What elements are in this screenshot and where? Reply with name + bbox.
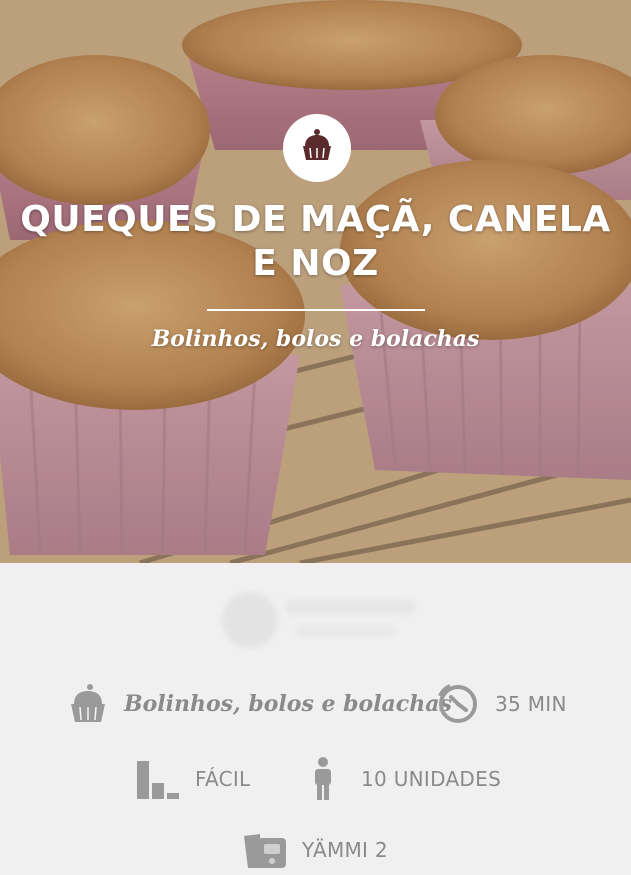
time-label: 35 MIN <box>495 692 567 716</box>
recipe-category[interactable]: Bolinhos, bolos e bolachas <box>0 322 631 356</box>
device-info: YÄMMI 2 <box>242 830 388 870</box>
time-info: 35 MIN <box>436 682 567 726</box>
brand-watermark <box>190 575 435 665</box>
category-label: Bolinhos, bolos e bolachas <box>124 691 452 717</box>
category-info[interactable]: Bolinhos, bolos e bolachas <box>66 682 452 726</box>
person-icon <box>311 757 335 801</box>
servings-info: 10 UNIDADES <box>311 757 501 801</box>
difficulty-label: FÁCIL <box>195 767 251 791</box>
cupcake-icon <box>66 682 110 726</box>
device-label: YÄMMI 2 <box>302 838 388 862</box>
recipe-title: QUEQUES DE MAÇÃ, CANELA E NOZ <box>20 199 611 284</box>
difficulty-info: FÁCIL <box>137 759 251 799</box>
food-processor-icon <box>242 830 288 870</box>
timer-icon <box>436 682 480 726</box>
hero-image: QUEQUES DE MAÇÃ, CANELA E NOZ Bolinhos, … <box>0 0 631 563</box>
category-badge <box>283 114 351 182</box>
difficulty-bars-icon <box>137 759 181 799</box>
cupcake-icon <box>297 126 337 171</box>
servings-label: 10 UNIDADES <box>361 767 502 791</box>
title-divider <box>207 309 425 311</box>
